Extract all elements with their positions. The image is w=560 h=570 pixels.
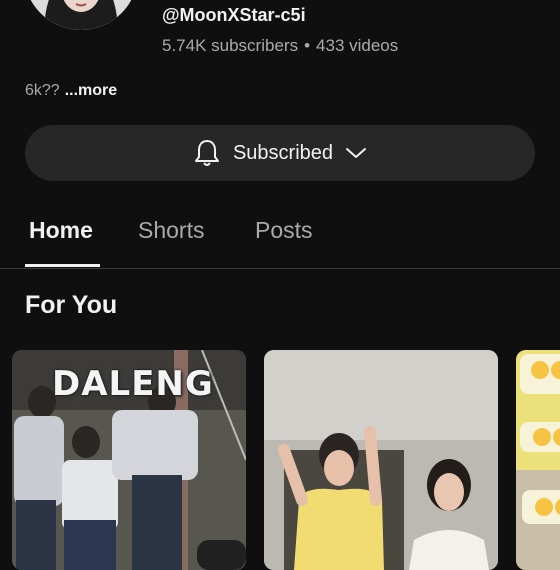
subscribed-label: Subscribed xyxy=(232,141,334,164)
video-count: 433 videos xyxy=(316,36,399,55)
tab-posts[interactable]: Posts xyxy=(255,217,313,244)
chevron-down-icon xyxy=(345,146,367,160)
thumbnail-title: DALENG xyxy=(52,364,214,404)
subscriber-count: 5.74K subscribers xyxy=(162,36,299,55)
active-tab-indicator xyxy=(25,264,100,267)
video-thumbnail xyxy=(516,350,560,570)
tab-shorts[interactable]: Shorts xyxy=(138,217,204,244)
video-card[interactable] xyxy=(264,350,498,570)
channel-description[interactable]: 6k?? ...more xyxy=(25,82,117,100)
channel-avatar[interactable] xyxy=(24,0,138,30)
more-link[interactable]: ...more xyxy=(65,82,117,99)
channel-stats: 5.74K subscribers • 433 videos xyxy=(162,36,398,56)
subscribed-button[interactable]: Subscribed xyxy=(25,125,535,181)
video-thumbnail xyxy=(264,350,498,570)
tab-home[interactable]: Home xyxy=(29,217,93,244)
description-text: 6k?? xyxy=(25,82,60,99)
video-card[interactable] xyxy=(516,350,560,570)
stats-separator: • xyxy=(304,36,311,55)
bell-icon xyxy=(193,138,221,168)
channel-handle: @MoonXStar-c5i xyxy=(162,5,306,25)
section-title: For You xyxy=(25,291,118,319)
channel-tabs: Home Shorts Posts xyxy=(0,200,560,269)
video-card[interactable]: DALENG xyxy=(12,350,246,570)
